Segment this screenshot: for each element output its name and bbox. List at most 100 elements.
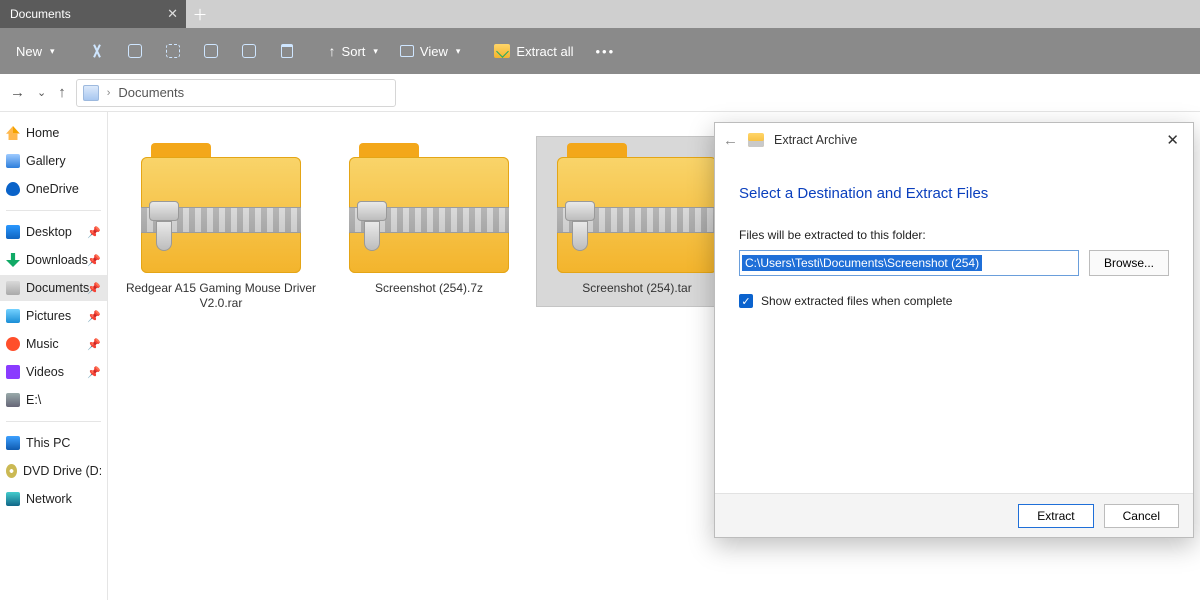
- show-extracted-checkbox[interactable]: ✓ Show extracted files when complete: [739, 294, 1169, 308]
- ellipsis-icon: •••: [595, 44, 615, 59]
- breadcrumb[interactable]: › Documents: [76, 79, 396, 107]
- pin-icon: 📌: [87, 254, 101, 267]
- paste-button[interactable]: [155, 35, 191, 67]
- delete-button[interactable]: [269, 35, 305, 67]
- checkbox-checked-icon: ✓: [739, 294, 753, 308]
- rename-icon: [204, 44, 218, 58]
- sidebar-item-music[interactable]: Music 📌: [0, 331, 107, 357]
- extract-dialog: ← Extract Archive ✕ Select a Destination…: [714, 122, 1194, 538]
- sidebar-item-pictures[interactable]: Pictures 📌: [0, 303, 107, 329]
- share-button[interactable]: [231, 35, 267, 67]
- new-button[interactable]: New ▾: [6, 35, 65, 67]
- sort-button[interactable]: ↑ Sort ▾: [319, 35, 388, 67]
- pin-icon: 📌: [87, 310, 101, 323]
- more-button[interactable]: •••: [585, 35, 625, 67]
- destination-input[interactable]: C:\Users\Testi\Documents\Screenshot (254…: [739, 250, 1079, 276]
- archive-icon: [748, 133, 764, 147]
- archive-icon: [141, 143, 301, 273]
- downloads-icon: [6, 253, 20, 267]
- trash-icon: [281, 44, 293, 58]
- sidebar-item-label: This PC: [26, 436, 70, 450]
- sidebar-item-videos[interactable]: Videos 📌: [0, 359, 107, 385]
- extract-all-label: Extract all: [516, 44, 573, 59]
- network-icon: [6, 492, 20, 506]
- breadcrumb-current: Documents: [118, 85, 184, 100]
- sidebar-item-label: Network: [26, 492, 72, 506]
- file-name: Redgear A15 Gaming Mouse Driver V2.0.rar: [123, 281, 319, 311]
- file-item[interactable]: Screenshot (254).7z: [328, 136, 530, 307]
- sort-icon: ↑: [329, 43, 336, 59]
- folder-icon: [83, 85, 99, 101]
- up-button[interactable]: ↑: [58, 84, 66, 101]
- file-name: Screenshot (254).7z: [331, 281, 527, 296]
- browse-button[interactable]: Browse...: [1089, 250, 1169, 276]
- sort-label: Sort: [342, 44, 366, 59]
- rename-button[interactable]: [193, 35, 229, 67]
- dialog-body: Select a Destination and Extract Files F…: [715, 157, 1193, 493]
- checkbox-label: Show extracted files when complete: [761, 294, 952, 308]
- new-tab-button[interactable]: ＋: [186, 0, 214, 28]
- file-name: Screenshot (254).tar: [539, 281, 735, 296]
- file-item[interactable]: Screenshot (254).tar: [536, 136, 738, 307]
- file-item[interactable]: Redgear A15 Gaming Mouse Driver V2.0.rar: [120, 136, 322, 322]
- sidebar-item-label: E:\: [26, 393, 41, 407]
- pin-icon: 📌: [87, 282, 101, 295]
- extract-all-button[interactable]: Extract all: [484, 35, 583, 67]
- destination-label: Files will be extracted to this folder:: [739, 228, 1169, 242]
- archive-icon: [349, 143, 509, 273]
- toolbar: New ▾ ↑ Sort ▾ View ▾ Extract all •••: [0, 28, 1200, 74]
- sidebar-item-label: DVD Drive (D:) CCC: [23, 464, 101, 478]
- sidebar-item-home[interactable]: Home: [0, 120, 107, 146]
- sidebar-item-label: Gallery: [26, 154, 66, 168]
- sidebar-item-onedrive[interactable]: OneDrive: [0, 176, 107, 202]
- window-tab[interactable]: Documents ✕: [0, 0, 186, 28]
- content-pane: Redgear A15 Gaming Mouse Driver V2.0.rar…: [108, 112, 1200, 600]
- pin-icon: 📌: [87, 338, 101, 351]
- share-icon: [242, 44, 256, 58]
- destination-value: C:\Users\Testi\Documents\Screenshot (254…: [742, 255, 982, 271]
- back-button[interactable]: →: [10, 84, 25, 101]
- chevron-down-icon: ▾: [373, 46, 378, 57]
- sidebar-item-label: OneDrive: [26, 182, 79, 196]
- onedrive-icon: [6, 182, 20, 196]
- tab-close-icon[interactable]: ✕: [167, 6, 178, 22]
- nav-arrows: → ⌄ ↑: [10, 84, 66, 101]
- sidebar-item-downloads[interactable]: Downloads📌: [0, 247, 107, 273]
- view-icon: [400, 45, 414, 57]
- dialog-title: Extract Archive: [774, 133, 857, 147]
- sidebar-item-label: Videos: [26, 365, 64, 379]
- cut-icon: [90, 44, 104, 58]
- chevron-down-icon: ▾: [456, 46, 461, 57]
- sidebar-item-gallery[interactable]: Gallery: [0, 148, 107, 174]
- archive-icon: [557, 143, 717, 273]
- cancel-button[interactable]: Cancel: [1104, 504, 1179, 528]
- videos-icon: [6, 365, 20, 379]
- dialog-close-button[interactable]: ✕: [1160, 127, 1185, 153]
- sidebar-item-this-pc[interactable]: This PC: [0, 430, 107, 456]
- main-area: Home Gallery OneDrive Desktop📌 Downloads…: [0, 112, 1200, 600]
- sidebar-item-dvd-drive[interactable]: DVD Drive (D:) CCC: [0, 458, 107, 484]
- sidebar-item-desktop[interactable]: Desktop📌: [0, 219, 107, 245]
- sidebar-item-drive-e[interactable]: E:\: [0, 387, 107, 413]
- recent-button[interactable]: ⌄: [37, 86, 46, 99]
- copy-icon: [128, 44, 142, 58]
- sidebar-item-label: Pictures: [26, 309, 71, 323]
- sidebar-item-documents[interactable]: Documents📌: [0, 275, 107, 301]
- dialog-footer: Extract Cancel: [715, 493, 1193, 537]
- copy-button[interactable]: [117, 35, 153, 67]
- music-icon: [6, 337, 20, 351]
- cut-button[interactable]: [79, 35, 115, 67]
- new-label: New: [16, 44, 42, 59]
- sidebar-item-label: Desktop: [26, 225, 72, 239]
- drive-icon: [6, 393, 20, 407]
- dvd-icon: [6, 464, 17, 478]
- sidebar-item-network[interactable]: Network: [0, 486, 107, 512]
- paste-icon: [166, 44, 180, 58]
- pin-icon: 📌: [87, 366, 101, 379]
- view-label: View: [420, 44, 448, 59]
- sidebar-item-label: Music: [26, 337, 59, 351]
- dialog-back-button[interactable]: ←: [723, 132, 738, 149]
- extract-button[interactable]: Extract: [1018, 504, 1093, 528]
- dialog-heading: Select a Destination and Extract Files: [739, 185, 1169, 202]
- view-button[interactable]: View ▾: [390, 35, 470, 67]
